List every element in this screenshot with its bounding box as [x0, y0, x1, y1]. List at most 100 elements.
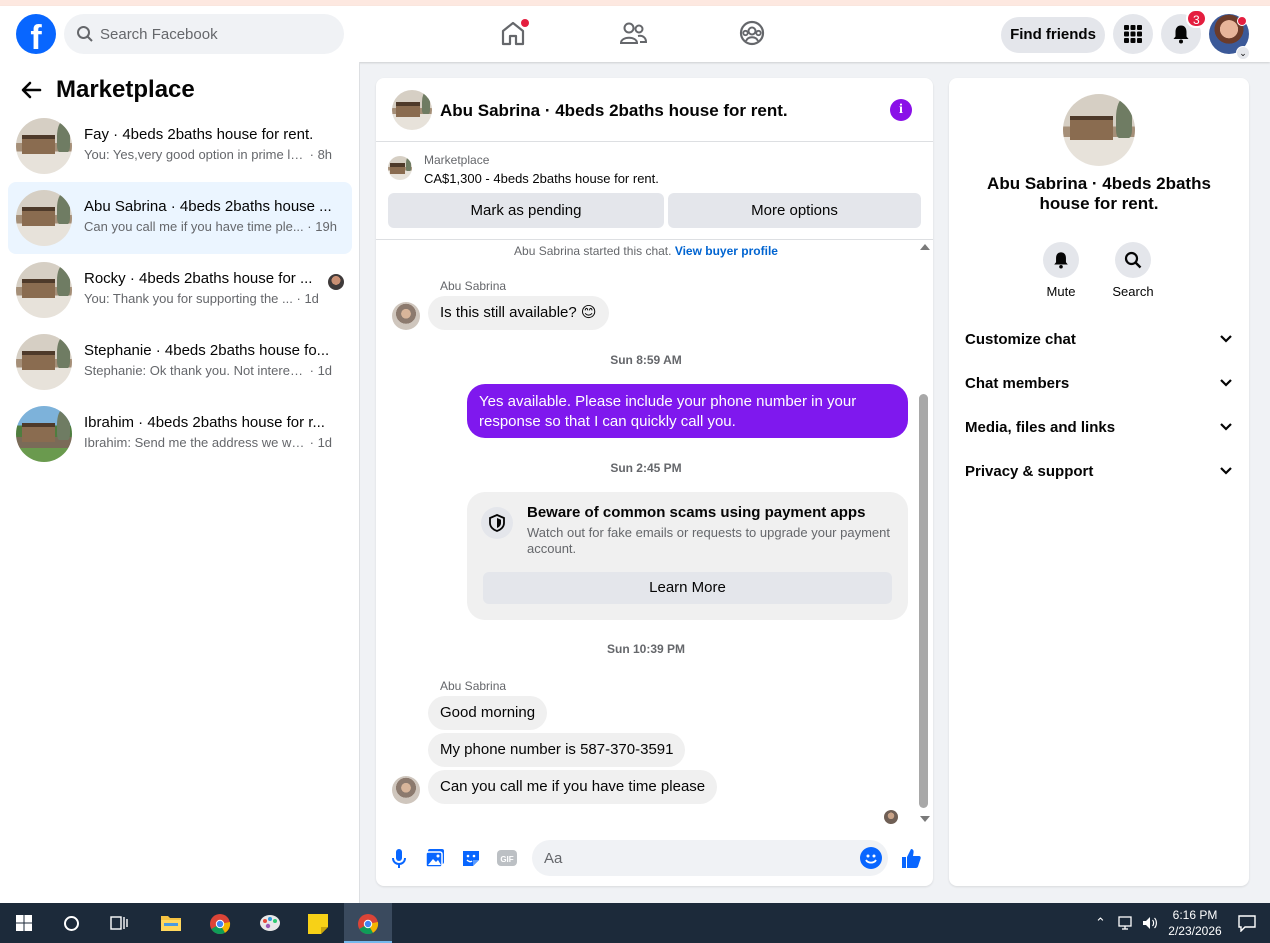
chevron-down-icon: [1220, 467, 1232, 475]
conversation-list-panel: Marketplace Fay · 4beds 2baths house for…: [0, 62, 360, 903]
conversation-item[interactable]: Rocky · 4beds 2baths house for ... You: …: [8, 254, 352, 326]
chat-panel: Abu Sabrina · 4beds 2baths house for ren…: [376, 78, 933, 886]
listing-thumbnail[interactable]: [1063, 94, 1135, 166]
chevron-up-icon[interactable]: ⌃: [1095, 915, 1106, 931]
chat-title[interactable]: Abu Sabrina · 4beds 2baths house for ren…: [440, 101, 788, 121]
volume-icon[interactable]: [1141, 915, 1159, 931]
chat-header: Abu Sabrina · 4beds 2baths house for ren…: [376, 78, 933, 142]
section-label: Chat members: [965, 375, 1070, 392]
listing-thumbnail: [16, 262, 72, 318]
conversation-item[interactable]: Ibrahim · 4beds 2baths house for r... Ib…: [8, 398, 352, 470]
groups-icon[interactable]: [737, 18, 767, 48]
sender-avatar[interactable]: [392, 302, 420, 330]
bell-icon: [1043, 242, 1079, 278]
shield-icon: [481, 507, 513, 539]
conversation-snippet: You: Thank you for supporting the ... · …: [84, 291, 319, 306]
action-center-icon[interactable]: [1238, 914, 1256, 932]
info-icon[interactable]: i: [890, 99, 912, 121]
sender-avatar[interactable]: [392, 776, 420, 804]
sticker-icon[interactable]: [460, 847, 482, 869]
system-clock[interactable]: 6:16 PM 2/23/2026: [1160, 907, 1230, 939]
listing-price[interactable]: CA$1,300 - 4beds 2baths house for rent.: [424, 171, 659, 186]
media-files-links-section[interactable]: Media, files and links: [965, 410, 1233, 446]
sticky-notes-taskbar[interactable]: [294, 903, 342, 943]
message-scrollbar[interactable]: [918, 244, 930, 824]
conversation-snippet: You: Yes,very good option in prime lo...…: [84, 147, 333, 162]
listing-thumbnail: [16, 334, 72, 390]
friends-icon[interactable]: [618, 18, 648, 48]
start-button[interactable]: [0, 903, 48, 943]
emoji-icon[interactable]: [860, 847, 882, 869]
conversation-snippet: Can you call me if you have time ple... …: [84, 219, 337, 234]
more-options-button[interactable]: More options: [668, 193, 921, 228]
thumbs-up-icon[interactable]: [900, 847, 922, 869]
mark-as-pending-button[interactable]: Mark as pending: [388, 193, 664, 228]
chrome-icon: [210, 914, 231, 935]
listing-thumbnail[interactable]: [392, 90, 432, 130]
message-bubble-incoming[interactable]: Good morning: [428, 696, 548, 730]
chat-started-note: Abu Sabrina started this chat. View buye…: [514, 244, 778, 258]
photo-icon[interactable]: [424, 847, 446, 869]
search-conversation-button[interactable]: Search: [1098, 242, 1168, 299]
page-title: Marketplace: [56, 76, 195, 103]
scroll-up-arrow[interactable]: [920, 244, 930, 250]
scroll-down-arrow[interactable]: [920, 816, 930, 822]
customize-chat-section[interactable]: Customize chat: [965, 322, 1233, 358]
privacy-support-section[interactable]: Privacy & support: [965, 454, 1233, 490]
facebook-logo[interactable]: f: [16, 14, 56, 54]
section-label: Privacy & support: [965, 463, 1094, 480]
section-label: Media, files and links: [965, 419, 1116, 436]
listing-thumbnail: [16, 406, 72, 462]
conversation-item-active[interactable]: Abu Sabrina · 4beds 2baths house ... Can…: [8, 182, 352, 254]
scroll-thumb[interactable]: [919, 394, 928, 808]
gif-icon[interactable]: GIF: [496, 847, 518, 869]
marketplace-label: Marketplace: [424, 153, 490, 167]
search-bar[interactable]: [64, 14, 344, 54]
sticky-note-icon: [308, 914, 328, 934]
top-navigation: f Find friends 3 ⌄: [0, 6, 1270, 62]
section-label: Customize chat: [965, 331, 1076, 348]
marketplace-listing-bar: Marketplace CA$1,300 - 4beds 2baths hous…: [376, 142, 933, 240]
paint-taskbar[interactable]: [246, 903, 294, 943]
message-bubble-incoming[interactable]: Can you call me if you have time please: [428, 770, 718, 804]
search-icon: [77, 26, 93, 42]
file-explorer-taskbar[interactable]: [148, 903, 196, 943]
network-icon[interactable]: [1118, 915, 1136, 931]
conversation-item[interactable]: Stephanie · 4beds 2baths house fo... Ste…: [8, 326, 352, 398]
grid-menu-icon: [1124, 25, 1142, 43]
chrome-icon: [358, 914, 379, 935]
message-bubble-incoming[interactable]: Is this still available? 😊: [428, 296, 609, 330]
chrome-taskbar-active[interactable]: [344, 903, 392, 943]
bell-icon: [1173, 25, 1189, 44]
search-taskbar-button[interactable]: [48, 903, 96, 943]
clock-date: 2/23/2026: [1168, 924, 1222, 938]
conversation-item[interactable]: Fay · 4beds 2baths house for rent. You: …: [8, 110, 352, 182]
menu-button[interactable]: [1113, 14, 1153, 54]
chat-members-section[interactable]: Chat members: [965, 366, 1233, 402]
task-view-icon: [110, 916, 128, 930]
svg-text:GIF: GIF: [500, 855, 513, 864]
message-bubble-outgoing[interactable]: Yes available. Please include your phone…: [467, 384, 908, 438]
scam-warning-text: Watch out for fake emails or requests to…: [527, 525, 890, 556]
back-arrow-icon[interactable]: [20, 80, 42, 100]
clock-time: 6:16 PM: [1172, 908, 1218, 922]
chevron-down-icon: [1220, 335, 1232, 343]
conversation-title: Stephanie · 4beds 2baths house fo...: [84, 342, 330, 359]
microphone-icon[interactable]: [388, 847, 410, 869]
chevron-down-icon[interactable]: ⌄: [1236, 46, 1250, 60]
chrome-taskbar[interactable]: [196, 903, 244, 943]
notification-badge: 3: [1186, 9, 1207, 28]
scam-warning-card: Beware of common scams using payment app…: [467, 492, 908, 620]
conversation-title: Abu Sabrina · 4beds 2baths house ...: [84, 198, 332, 215]
learn-more-button[interactable]: Learn More: [483, 572, 892, 604]
find-friends-button[interactable]: Find friends: [1001, 17, 1105, 53]
view-buyer-profile-link[interactable]: View buyer profile: [675, 244, 778, 258]
message-input-box[interactable]: [532, 840, 888, 876]
task-view-button[interactable]: [96, 903, 144, 943]
message-bubble-incoming[interactable]: My phone number is 587-370-3591: [428, 733, 686, 767]
sender-name: Abu Sabrina: [440, 279, 507, 293]
message-input[interactable]: [544, 840, 844, 876]
search-label: Search: [1112, 284, 1154, 299]
search-input[interactable]: [100, 14, 330, 54]
mute-button[interactable]: Mute: [1026, 242, 1096, 299]
